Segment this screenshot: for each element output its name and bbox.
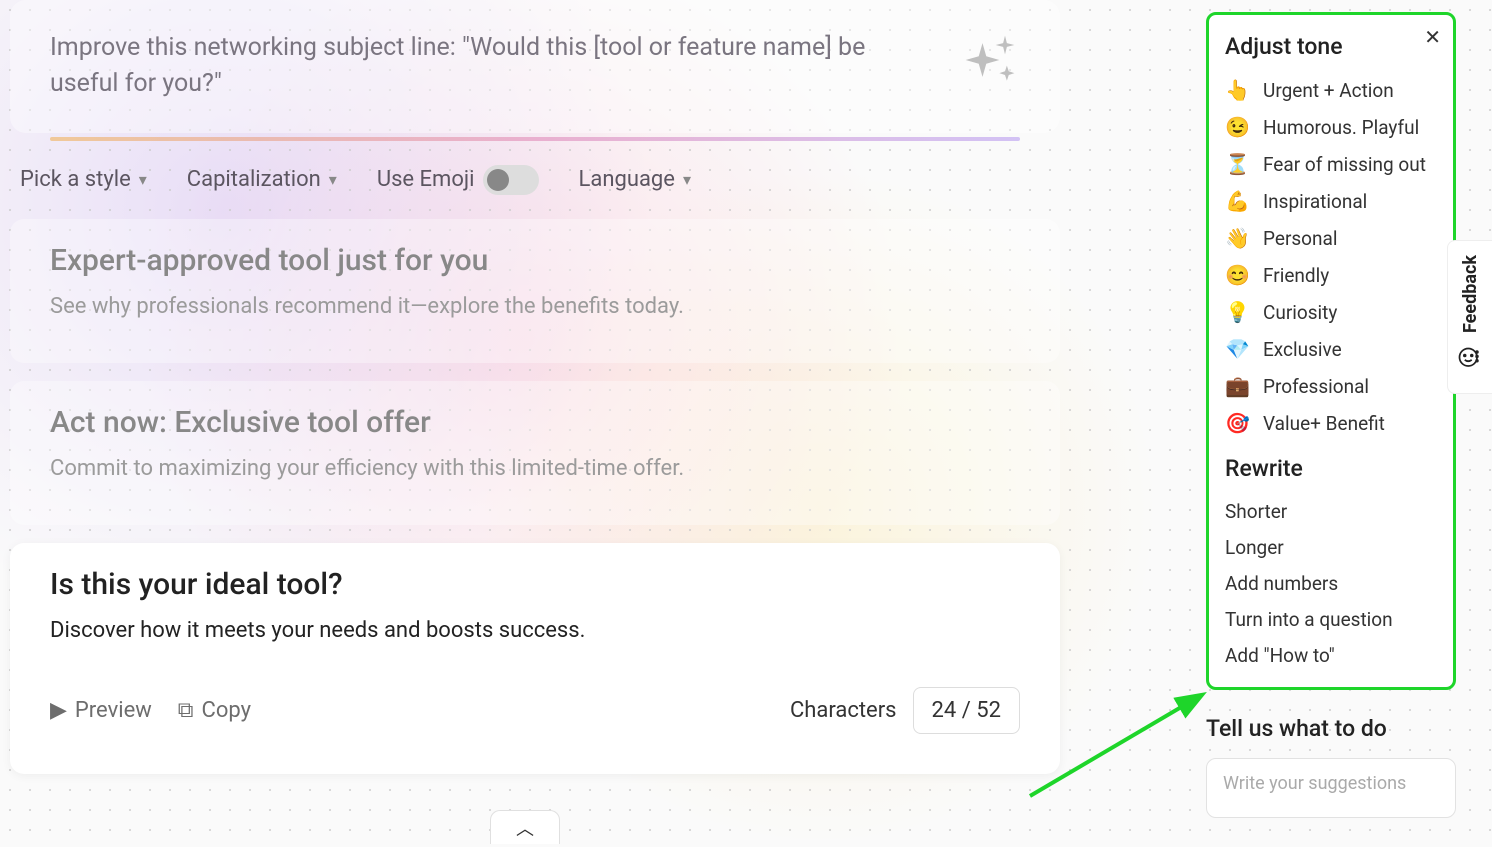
use-emoji-control: Use Emoji [377, 165, 539, 195]
gradient-accent-bar [50, 137, 1020, 141]
feedback-label: Feedback [1460, 255, 1481, 333]
sparkle-icon[interactable] [960, 30, 1020, 90]
tell-us-section: Tell us what to do Write your suggestion… [1206, 715, 1456, 818]
prompt-text: Improve this networking subject line: "W… [50, 30, 940, 103]
adjust-tone-panel: ✕ Adjust tone 👆 Urgent + Action 😉 Humorous.… [1206, 12, 1456, 690]
tone-label: Value+ Benefit [1263, 412, 1385, 435]
rewrite-item[interactable]: Turn into a question [1225, 608, 1437, 631]
tone-emoji-icon: 😊 [1225, 263, 1249, 287]
pick-style-label: Pick a style [20, 167, 131, 192]
result-subtitle: Commit to maximizing your efficiency wit… [50, 452, 1020, 485]
annotation-arrow [1020, 686, 1220, 806]
tone-label: Inspirational [1263, 190, 1367, 213]
feedback-face-icon [1456, 345, 1484, 379]
preview-label: Preview [75, 698, 152, 723]
result-card[interactable]: Act now: Exclusive tool offer Commit to … [10, 381, 1060, 525]
language-dropdown[interactable]: Language ▾ [579, 167, 691, 192]
result-title: Is this your ideal tool? [50, 567, 1020, 602]
rewrite-heading: Rewrite [1225, 455, 1437, 482]
result-title: Act now: Exclusive tool offer [50, 405, 1020, 440]
rewrite-list: Shorter Longer Add numbers Turn into a ques… [1225, 500, 1437, 667]
tone-label: Fear of missing out [1263, 153, 1426, 176]
tone-emoji-icon: ⏳ [1225, 152, 1249, 176]
tone-emoji-icon: 💎 [1225, 337, 1249, 361]
prompt-card: Improve this networking subject line: "W… [10, 0, 1060, 133]
tone-label: Urgent + Action [1263, 79, 1394, 102]
copy-button[interactable]: ⧉ Copy [178, 698, 251, 723]
capitalization-dropdown[interactable]: Capitalization ▾ [187, 167, 337, 192]
result-actions-row: ▶ Preview ⧉ Copy Characters 24 / 52 [50, 687, 1020, 734]
tone-label: Friendly [1263, 264, 1329, 287]
result-subtitle: Discover how it meets your needs and boo… [50, 614, 1020, 647]
copy-icon: ⧉ [178, 698, 194, 723]
result-card[interactable]: Expert-approved tool just for you See wh… [10, 219, 1060, 363]
characters-value: 24 / 52 [913, 687, 1020, 734]
tone-label: Humorous. Playful [1263, 116, 1419, 139]
rewrite-item[interactable]: Add "How to" [1225, 644, 1437, 667]
main-column: Improve this networking subject line: "W… [10, 0, 1060, 792]
tone-item[interactable]: 😊 Friendly [1225, 263, 1437, 287]
adjust-tone-heading: Adjust tone [1225, 33, 1437, 60]
use-emoji-label: Use Emoji [377, 167, 475, 192]
preview-button[interactable]: ▶ Preview [50, 698, 152, 723]
tone-item[interactable]: 💼 Professional [1225, 374, 1437, 398]
tell-us-heading: Tell us what to do [1206, 715, 1456, 742]
tone-emoji-icon: 👋 [1225, 226, 1249, 250]
rewrite-item[interactable]: Longer [1225, 536, 1437, 559]
pick-style-dropdown[interactable]: Pick a style ▾ [20, 167, 147, 192]
result-subtitle: See why professionals recommend it—explo… [50, 290, 1020, 323]
expand-up-handle[interactable]: ︿ [490, 810, 560, 844]
result-card-selected[interactable]: Is this your ideal tool? Discover how it… [10, 543, 1060, 774]
tone-item[interactable]: 👋 Personal [1225, 226, 1437, 250]
controls-row: Pick a style ▾ Capitalization ▾ Use Emoj… [10, 141, 1060, 219]
copy-label: Copy [202, 698, 252, 723]
tone-label: Professional [1263, 375, 1369, 398]
chevron-up-icon: ︿ [516, 815, 534, 841]
tone-item[interactable]: ⏳ Fear of missing out [1225, 152, 1437, 176]
tone-item[interactable]: 😉 Humorous. Playful [1225, 115, 1437, 139]
rewrite-item[interactable]: Shorter [1225, 500, 1437, 523]
result-title: Expert-approved tool just for you [50, 243, 1020, 278]
character-counter: Characters 24 / 52 [790, 687, 1020, 734]
tone-list: 👆 Urgent + Action 😉 Humorous. Playful ⏳ Fear … [1225, 78, 1437, 435]
tone-item[interactable]: 💪 Inspirational [1225, 189, 1437, 213]
play-icon: ▶ [50, 698, 67, 723]
tone-label: Exclusive [1263, 338, 1342, 361]
suggestions-input[interactable]: Write your suggestions [1206, 758, 1456, 818]
tone-emoji-icon: 😉 [1225, 115, 1249, 139]
tone-emoji-icon: 👆 [1225, 78, 1249, 102]
tone-label: Curiosity [1263, 301, 1337, 324]
feedback-tab[interactable]: Feedback [1447, 240, 1492, 394]
tone-item[interactable]: 💎 Exclusive [1225, 337, 1437, 361]
tone-emoji-icon: 🎯 [1225, 411, 1249, 435]
rewrite-item[interactable]: Add numbers [1225, 572, 1437, 595]
chevron-down-icon: ▾ [683, 170, 691, 189]
tone-label: Personal [1263, 227, 1337, 250]
language-label: Language [579, 167, 675, 192]
tone-item[interactable]: 🎯 Value+ Benefit [1225, 411, 1437, 435]
tone-emoji-icon: 💪 [1225, 189, 1249, 213]
chevron-down-icon: ▾ [139, 170, 147, 189]
chevron-down-icon: ▾ [329, 170, 337, 189]
tone-emoji-icon: 💡 [1225, 300, 1249, 324]
use-emoji-toggle[interactable] [483, 165, 539, 195]
close-icon[interactable]: ✕ [1424, 25, 1441, 49]
tone-item[interactable]: 👆 Urgent + Action [1225, 78, 1437, 102]
capitalization-label: Capitalization [187, 167, 321, 192]
characters-label: Characters [790, 698, 897, 723]
tone-item[interactable]: 💡 Curiosity [1225, 300, 1437, 324]
tone-emoji-icon: 💼 [1225, 374, 1249, 398]
